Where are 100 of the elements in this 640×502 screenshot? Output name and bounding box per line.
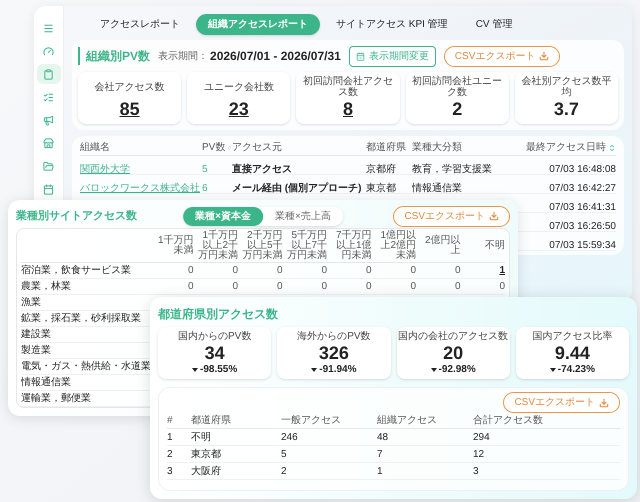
- organization-link[interactable]: バロックワークス株式会社: [80, 183, 200, 194]
- menu-icon: [43, 22, 54, 34]
- value-link[interactable]: 1: [464, 263, 505, 278]
- column-header: 2億円以上: [424, 236, 460, 256]
- stat-value[interactable]: 23: [228, 98, 249, 120]
- folder-icon: [43, 160, 54, 172]
- download-icon: [539, 51, 550, 61]
- tab[interactable]: CV 管理: [464, 14, 524, 34]
- table-cell-text: 不明: [191, 430, 212, 444]
- stat-value[interactable]: 85: [120, 98, 140, 120]
- pv-link[interactable]: 6: [202, 183, 208, 194]
- table-cell-text: 12: [473, 448, 486, 462]
- stat-value[interactable]: 8: [342, 98, 353, 120]
- row-label: 漁業: [21, 298, 42, 308]
- table-cell: 07/03 15:59:34: [549, 240, 616, 251]
- csv-export-button[interactable]: CSVエクスポート: [444, 46, 560, 66]
- sort-icon: [227, 144, 232, 152]
- column-header: 組織名: [80, 140, 111, 155]
- store-icon: [43, 138, 54, 148]
- gauge-icon: [43, 46, 54, 56]
- stat-value: 34: [204, 342, 225, 364]
- column-header: 1億円以上2億円未満: [379, 230, 416, 260]
- column-header: 最終アクセス日時: [496, 140, 616, 155]
- sidebar-item[interactable]: [36, 64, 60, 84]
- table-cell-text: 246: [281, 430, 299, 444]
- table-cell-text: 48: [377, 430, 390, 444]
- column-header: #: [167, 414, 174, 428]
- table-cell-text: 0: [454, 264, 460, 278]
- table-cell: メール経由 (個別アプローチ): [232, 183, 362, 194]
- table-cell: 教育，学習支援業: [412, 164, 492, 175]
- table-cell-text: 0: [186, 280, 194, 294]
- column-header: 組織アクセス: [377, 414, 438, 428]
- table-cell-text: 0: [320, 280, 327, 294]
- table-cell-text: 0: [276, 264, 282, 278]
- column-header: 7千万円以上1億円未満: [334, 230, 372, 260]
- table-cell: 情報通信業: [412, 183, 462, 194]
- table-cell-text: 1: [167, 430, 174, 444]
- toggle-option[interactable]: 業種×売上高: [263, 206, 343, 226]
- down-triangle-icon: [311, 368, 318, 372]
- table-cell: 京都府: [366, 164, 396, 175]
- stat-label: 国内からのPV数: [178, 331, 252, 342]
- tab[interactable]: 組織アクセスレポート: [196, 14, 320, 34]
- table-cell: 07/03 16:42:27: [549, 183, 616, 194]
- change-text: -74.23%: [558, 364, 595, 375]
- column-header: 1千万円以上2千万円未満: [198, 230, 238, 260]
- table-cell-text: 3: [167, 464, 174, 478]
- stat-value: 2: [452, 98, 462, 120]
- row-label: 製造業: [21, 346, 52, 356]
- row-label: 電気・ガス・熱供給・水道業: [21, 362, 149, 372]
- table-cell-text: 2: [281, 464, 288, 478]
- row-label: 宿泊業，飲食サービス業: [21, 266, 132, 276]
- down-triangle-icon: [550, 368, 556, 372]
- pv-link[interactable]: 5: [202, 164, 208, 175]
- row-label: 運輸業，郵便業: [21, 394, 92, 404]
- toggle-option[interactable]: 業種×資本金: [183, 206, 263, 226]
- clipboard-icon: [43, 68, 54, 80]
- table-cell-text: 0: [409, 280, 416, 294]
- column-header: 一般アクセス: [281, 414, 342, 428]
- download-icon: [599, 398, 609, 408]
- down-triangle-icon: [430, 368, 436, 372]
- table-cell-text: 3: [473, 464, 480, 478]
- table-cell-text: 0: [320, 264, 327, 278]
- column-header: 5千万円以上7千万円未満: [286, 230, 327, 260]
- table-cell-text: 0: [231, 264, 238, 278]
- organization-link[interactable]: 関西外大学: [80, 164, 130, 175]
- csv-export-button[interactable]: CSVエクスポート: [393, 206, 510, 226]
- table-cell-text: 7: [377, 448, 384, 462]
- table-cell-text: 2: [167, 448, 174, 462]
- stat-value: 9.44: [554, 342, 590, 364]
- tab[interactable]: アクセスレポート: [88, 14, 192, 34]
- column-header: 都道府県: [366, 140, 407, 155]
- table-cell: 07/03 16:26:50: [549, 221, 616, 232]
- tab[interactable]: サイトアクセス KPI 管理: [324, 14, 460, 34]
- table-cell-text: 0: [498, 280, 505, 294]
- column-header: PV数: [202, 140, 232, 155]
- table-cell-text: 0: [454, 280, 460, 294]
- period-change-button[interactable]: 表示期間変更: [348, 46, 436, 66]
- download-icon: [489, 211, 499, 221]
- stat-label: 国内アクセス比率: [532, 331, 612, 342]
- checklist-icon: [43, 92, 54, 102]
- stat-value: 3.7: [554, 98, 579, 120]
- sort-icon: [608, 144, 616, 152]
- row-label: 建設業: [21, 330, 52, 340]
- table-cell: 07/03 16:41:31: [549, 202, 616, 213]
- panel-title: 都道府県別アクセス数: [158, 306, 279, 323]
- change-text: -91.94%: [319, 364, 356, 375]
- column-header: 都道府県: [191, 414, 232, 428]
- table-cell-text: 0: [231, 280, 238, 294]
- period-label: 表示期間：: [158, 50, 208, 64]
- stat-label: 会社アクセス数: [94, 80, 165, 94]
- table-cell-text: 東京都: [191, 448, 222, 462]
- table-cell-text: 0: [186, 264, 194, 278]
- change-text: -98.55%: [200, 364, 238, 375]
- column-header: 合計アクセス数: [473, 414, 544, 428]
- panel-title: 業種別サイトアクセス数: [16, 208, 137, 224]
- stat-label: 初回訪問会社ユニーク数: [411, 76, 504, 98]
- column-header: 業種大分類: [412, 140, 463, 155]
- stat-value: 326: [318, 342, 349, 364]
- csv-export-button[interactable]: CSVエクスポート: [503, 392, 620, 413]
- down-triangle-icon: [192, 368, 198, 372]
